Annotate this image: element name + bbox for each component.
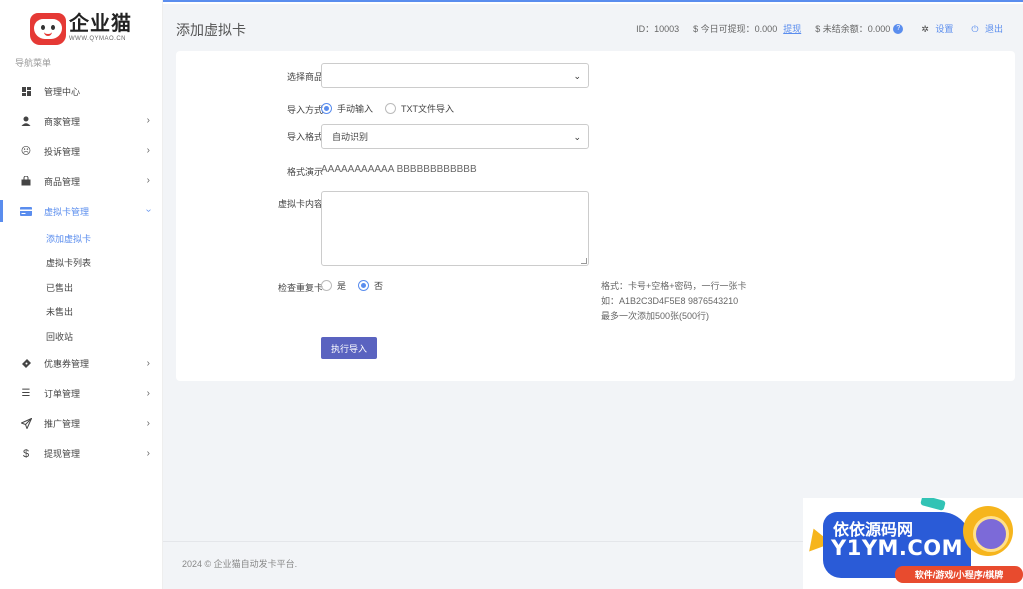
sidebar-item-label: 订单管理 bbox=[44, 389, 81, 399]
sidebar-item-label: 推广管理 bbox=[44, 419, 81, 429]
sidebar-item-promotion[interactable]: 推广管理 › bbox=[0, 409, 162, 439]
submenu-item-add-card[interactable]: 添加虚拟卡 bbox=[0, 226, 162, 251]
check-duplicate-yes[interactable]: 是 bbox=[321, 279, 346, 292]
cat-logo-icon bbox=[30, 13, 66, 45]
withdraw-link[interactable]: 提现 bbox=[783, 22, 801, 35]
import-mode-radio-group: 手动输入 TXT文件导入 bbox=[321, 102, 466, 115]
magnifier-icon bbox=[963, 506, 1013, 556]
chevron-right-icon: › bbox=[146, 115, 150, 126]
radio-unselected[interactable] bbox=[321, 280, 332, 291]
user-icon bbox=[20, 115, 32, 127]
submenu-item-sold[interactable]: 已售出 bbox=[0, 275, 162, 300]
product-label: 选择商品 bbox=[286, 72, 323, 82]
unsettled-label: $ 未结余额： bbox=[815, 24, 868, 34]
sidebar-item-label: 投诉管理 bbox=[44, 146, 81, 157]
header: 添加虚拟卡 ID： 10003 $ 今日可提现： 0.000 提现 $ 未结余额… bbox=[163, 4, 1023, 50]
sidebar-item-virtual-cards[interactable]: 虚拟卡管理 › bbox=[0, 196, 162, 226]
sidebar-item-label: 虚拟卡管理 bbox=[44, 206, 90, 217]
nav-caption: 导航菜单 bbox=[15, 58, 52, 68]
chevron-right-icon: › bbox=[146, 417, 150, 429]
sidebar-item-label: 优惠券管理 bbox=[44, 359, 90, 369]
question-icon[interactable]: ? bbox=[893, 23, 904, 34]
radio-unselected[interactable] bbox=[385, 103, 397, 114]
chevron-down-icon: ⌄ bbox=[573, 71, 581, 81]
card-icon bbox=[20, 205, 32, 217]
settings-link[interactable]: ✲ 设置 bbox=[917, 22, 953, 35]
sidebar-item-label: 提现管理 bbox=[44, 449, 81, 459]
submenu-item-unsold[interactable]: 未售出 bbox=[0, 300, 162, 325]
chevron-down-icon: › bbox=[142, 208, 154, 213]
radio-selected[interactable] bbox=[358, 280, 370, 291]
import-mode-label: 导入方式 bbox=[286, 105, 323, 115]
sidebar-item-products[interactable]: 商品管理 › bbox=[0, 166, 162, 196]
check-duplicate-no[interactable]: 否 bbox=[358, 279, 383, 292]
gear-icon: ✲ bbox=[921, 24, 929, 34]
id-value: 10003 bbox=[654, 23, 680, 34]
sidebar-item-label: 管理中心 bbox=[44, 86, 81, 97]
format-label: 导入格式 bbox=[286, 132, 323, 142]
today-value: 0.000 bbox=[754, 23, 778, 34]
sidebar-item-merchants[interactable]: 商家管理 › bbox=[0, 106, 162, 136]
chevron-right-icon: › bbox=[146, 175, 150, 186]
decorative-ribbon bbox=[920, 498, 946, 511]
submenu-item-recycle-bin[interactable]: 回收站 bbox=[0, 324, 162, 349]
sidebar-item-coupons[interactable]: 优惠券管理 › bbox=[0, 349, 162, 379]
sidebar-item-label: 商家管理 bbox=[44, 116, 81, 127]
format-demo: AAAAAAAAAAA BBBBBBBBBBBB bbox=[321, 164, 477, 175]
sidebar: 企业猫 WWW.QYMAO.CN 导航菜单 管理中心 商家管理 › ☹ 投诉管理… bbox=[0, 0, 163, 589]
submenu-item-card-list[interactable]: 虚拟卡列表 bbox=[0, 251, 162, 276]
sidebar-item-label: 商品管理 bbox=[44, 176, 81, 187]
chevron-right-icon: › bbox=[146, 447, 150, 459]
brand-url: WWW.QYMAO.CN bbox=[69, 36, 126, 42]
import-mode-manual[interactable]: 手动输入 bbox=[321, 102, 373, 115]
logout-link[interactable]: ⏻ 退出 bbox=[967, 22, 1003, 35]
chevron-down-icon: ⌄ bbox=[573, 132, 581, 142]
dollar-icon: $ bbox=[22, 447, 30, 460]
sidebar-item-orders[interactable]: ☰ 订单管理 › bbox=[0, 379, 162, 409]
today-label: $ 今日可提现： bbox=[693, 24, 755, 34]
chevron-right-icon: › bbox=[146, 387, 150, 399]
sidebar-item-withdrawals[interactable]: $ 提现管理 › bbox=[0, 439, 162, 469]
product-select[interactable]: ⌄ bbox=[321, 63, 589, 88]
card-content-textarea[interactable] bbox=[321, 191, 589, 266]
sidebar-submenu: 添加虚拟卡 虚拟卡列表 已售出 未售出 回收站 bbox=[0, 226, 162, 349]
content-label: 虚拟卡内容 bbox=[277, 199, 323, 209]
radio-selected[interactable] bbox=[321, 103, 332, 114]
send-icon bbox=[20, 418, 32, 430]
footer-copyright: 2024 © 企业猫自动发卡平台. bbox=[182, 559, 298, 569]
watermark-banner: 依依源码网 Y1YM.COM 软件/游戏/小程序/棋牌 bbox=[803, 498, 1023, 589]
page-title: 添加虚拟卡 bbox=[176, 22, 246, 38]
format-hint: 格式：卡号+空格+密码，一行一张卡 如：A1B2C3D4F5E8 9876543… bbox=[601, 281, 747, 321]
id-label: ID： bbox=[636, 24, 655, 34]
sidebar-item-complaints[interactable]: ☹ 投诉管理 › bbox=[0, 136, 162, 166]
frown-icon: ☹ bbox=[20, 145, 32, 157]
watermark-tagline: 软件/游戏/小程序/棋牌 bbox=[895, 566, 1023, 583]
account-stats: ID： 10003 $ 今日可提现： 0.000 提现 $ 未结余额： 0.00… bbox=[632, 22, 1003, 35]
resize-handle[interactable] bbox=[581, 258, 587, 264]
brand-title: 企业猫 bbox=[69, 11, 132, 35]
shopping-bag-icon bbox=[20, 175, 32, 187]
sidebar-nav: 管理中心 商家管理 › ☹ 投诉管理 › 商品管理 › 虚拟卡管理 › 添加虚拟… bbox=[0, 76, 162, 469]
list-icon: ☰ bbox=[21, 388, 31, 399]
unsettled-value: 0.000 bbox=[867, 23, 891, 34]
chevron-right-icon: › bbox=[146, 145, 150, 156]
dashboard-icon bbox=[20, 85, 32, 97]
chevron-right-icon: › bbox=[146, 357, 150, 369]
watermark-en-text: Y1YM.COM bbox=[831, 536, 964, 560]
add-card-form: 选择商品 ⌄ 导入方式 手动输入 TXT文件导入 导入格式 自动识别 ⌄ 格式演… bbox=[176, 51, 1015, 381]
check-duplicate-label: 检查重复卡 bbox=[277, 283, 323, 293]
check-duplicate-radio-group: 是 否 bbox=[321, 279, 395, 292]
sidebar-item-dashboard[interactable]: 管理中心 bbox=[0, 76, 162, 106]
brand-logo[interactable]: 企业猫 WWW.QYMAO.CN bbox=[30, 13, 132, 45]
import-mode-txt[interactable]: TXT文件导入 bbox=[385, 102, 454, 115]
demo-label: 格式演示 bbox=[286, 167, 323, 177]
ticket-icon bbox=[20, 358, 32, 370]
execute-import-button[interactable]: 执行导入 bbox=[321, 337, 377, 359]
format-select[interactable]: 自动识别 ⌄ bbox=[321, 124, 589, 149]
power-icon: ⏻ bbox=[971, 24, 979, 34]
